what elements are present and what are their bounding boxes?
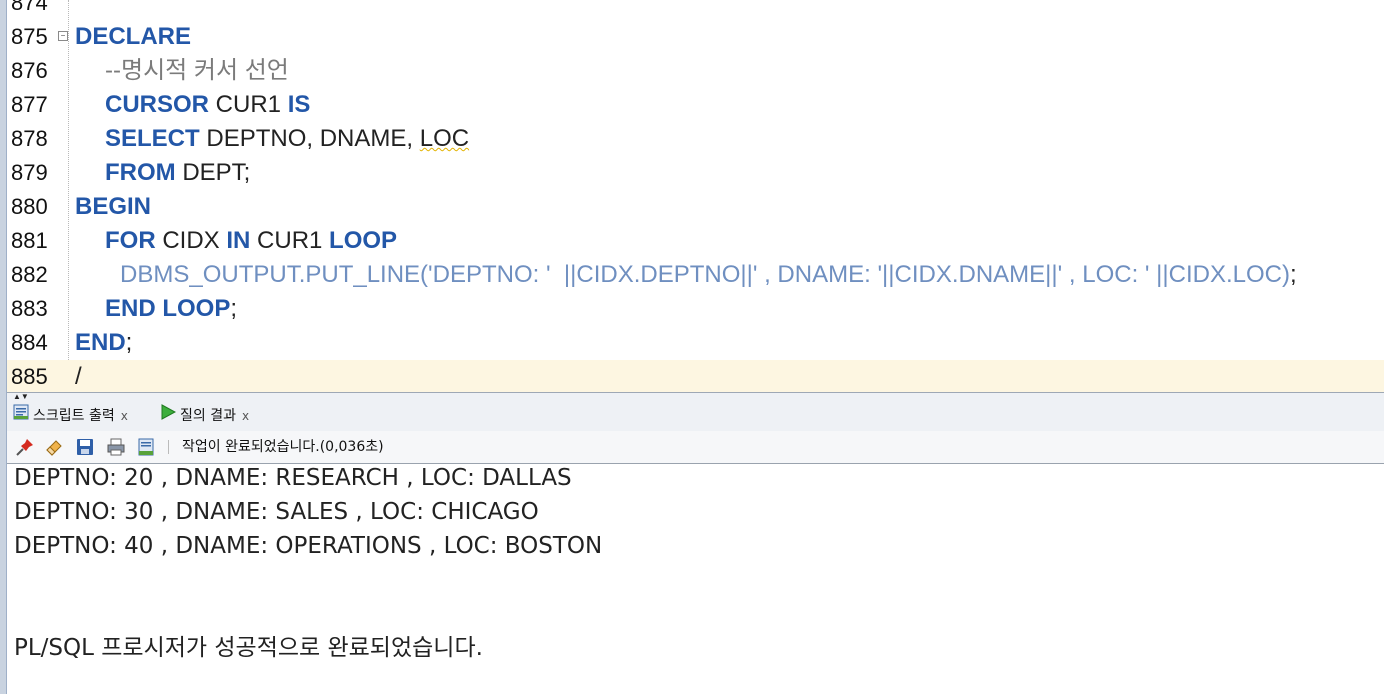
sql-token: ; [125, 329, 133, 356]
sql-token: ; [230, 295, 238, 322]
sql-token: / [75, 363, 82, 390]
line-number: 881 [11, 228, 48, 253]
code-text: FROM DEPT; [105, 156, 250, 190]
status-message: 작업이 완료되었습니다.(0,036초) [182, 439, 384, 455]
run-query-icon [160, 404, 177, 428]
code-line[interactable]: 874 [7, 0, 1384, 20]
sql-token: CUR1 [250, 227, 330, 254]
output-line: DEPTNO: 20 , DNAME: RESEARCH , LOC: DALL… [14, 465, 572, 491]
code-text: FOR CIDX IN CUR1 LOOP [105, 224, 397, 258]
tab-query-result-label: 질의 결과 [180, 408, 236, 424]
code-line[interactable]: 880 BEGIN [7, 190, 1384, 224]
sql-comment: --명시적 커서 선언 [105, 57, 289, 84]
code-text: --명시적 커서 선언 [105, 54, 289, 88]
code-line[interactable]: 875− DECLARE [7, 20, 1384, 54]
left-window-rail [0, 0, 7, 694]
code-text: BEGIN [75, 190, 151, 224]
tab-close-icon[interactable]: x [121, 409, 128, 423]
sql-token: CUR1 [209, 91, 288, 118]
code-text: SELECT DEPTNO, DNAME, LOC [105, 122, 469, 156]
script-output-icon [13, 404, 29, 428]
code-line[interactable]: 877 CURSOR CUR1 IS [7, 88, 1384, 122]
pin-icon[interactable] [16, 438, 34, 456]
tab-script-output-label: 스크립트 출력 [33, 408, 115, 424]
save-icon[interactable] [76, 438, 94, 456]
fold-toggle-icon[interactable]: − [58, 31, 68, 41]
output-toolbar: 작업이 완료되었습니다.(0,036초) [7, 431, 1384, 464]
code-line[interactable]: 883 END LOOP; [7, 292, 1384, 326]
line-number: 883 [11, 296, 48, 321]
sql-token: LOC [419, 125, 470, 152]
code-text: DBMS_OUTPUT.PUT_LINE('DEPTNO: ' ||CIDX.D… [120, 258, 1297, 292]
toolbar-separator [168, 440, 169, 454]
eraser-icon[interactable] [45, 438, 63, 456]
line-number: 877 [11, 92, 48, 117]
code-text: / [75, 360, 82, 392]
tab-query-result[interactable]: 질의 결과 x [160, 404, 249, 428]
tab-script-output[interactable]: 스크립트 출력 x [13, 404, 128, 428]
sql-keyword: END [75, 329, 126, 356]
sql-token: DBMS_OUTPUT.PUT_LINE('DEPTNO: ' ||CIDX.D… [120, 261, 1290, 288]
code-line[interactable]: 881 FOR CIDX IN CUR1 LOOP [7, 224, 1384, 258]
code-text: CURSOR CUR1 IS [105, 88, 310, 122]
line-number: 885 [11, 364, 48, 389]
sql-keyword: FROM [105, 159, 176, 186]
line-number: 876 [11, 58, 48, 83]
code-line[interactable]: 882 DBMS_OUTPUT.PUT_LINE('DEPTNO: ' ||CID… [7, 258, 1384, 292]
sql-keyword: FOR [105, 227, 156, 254]
code-line[interactable]: 879 FROM DEPT; [7, 156, 1384, 190]
sql-keyword: CURSOR [105, 91, 210, 118]
sql-token: DEPTNO, DNAME, [199, 125, 420, 152]
sql-token: CIDX [155, 227, 227, 254]
line-number: 882 [11, 262, 48, 287]
code-text: END; [75, 326, 132, 360]
line-number: 874 [11, 0, 48, 15]
output-line: PL/SQL 프로시저가 성공적으로 완료되었습니다. [14, 635, 483, 661]
sql-worksheet-editor[interactable]: 874 875− DECLARE 876 --명시적 커서 선언 877 CURSOR CU… [7, 0, 1384, 392]
code-text: END LOOP; [105, 292, 237, 326]
output-line: DEPTNO: 30 , DNAME: SALES , LOC: CHICAGO [14, 499, 539, 525]
output-line: DEPTNO: 40 , DNAME: OPERATIONS , LOC: BO… [14, 533, 603, 559]
line-number: 878 [11, 126, 48, 151]
tab-close-icon[interactable]: x [242, 409, 249, 423]
collapse-expand-arrows-icon[interactable]: ▲▼ [13, 392, 29, 401]
sql-keyword: IN [226, 227, 251, 254]
code-text: DECLARE [75, 20, 191, 54]
sql-keyword: DECLARE [75, 23, 192, 50]
code-line[interactable]: 876 --명시적 커서 선언 [7, 54, 1384, 88]
code-line[interactable]: 878 SELECT DEPTNO, DNAME, LOC [7, 122, 1384, 156]
print-icon[interactable] [107, 438, 125, 456]
output-tab-bar: 스크립트 출력 x 질의 결과 x [7, 401, 1384, 432]
open-log-icon[interactable] [137, 438, 155, 456]
line-number: 884 [11, 330, 48, 355]
sql-keyword: END LOOP [105, 295, 231, 322]
code-line[interactable]: 885 / [7, 360, 1384, 392]
script-output-area[interactable]: DEPTNO: 20 , DNAME: RESEARCH , LOC: DALL… [7, 464, 1384, 694]
sql-keyword: SELECT [105, 125, 200, 152]
line-number: 875 [11, 24, 48, 49]
line-number: 880 [11, 194, 48, 219]
sql-token: DEPT; [175, 159, 251, 186]
sql-keyword: LOOP [329, 227, 398, 254]
sql-keyword: IS [287, 91, 311, 118]
code-line[interactable]: 884 END; [7, 326, 1384, 360]
sql-token: ; [1289, 261, 1297, 288]
sql-keyword: BEGIN [75, 193, 152, 220]
line-number: 879 [11, 160, 48, 185]
